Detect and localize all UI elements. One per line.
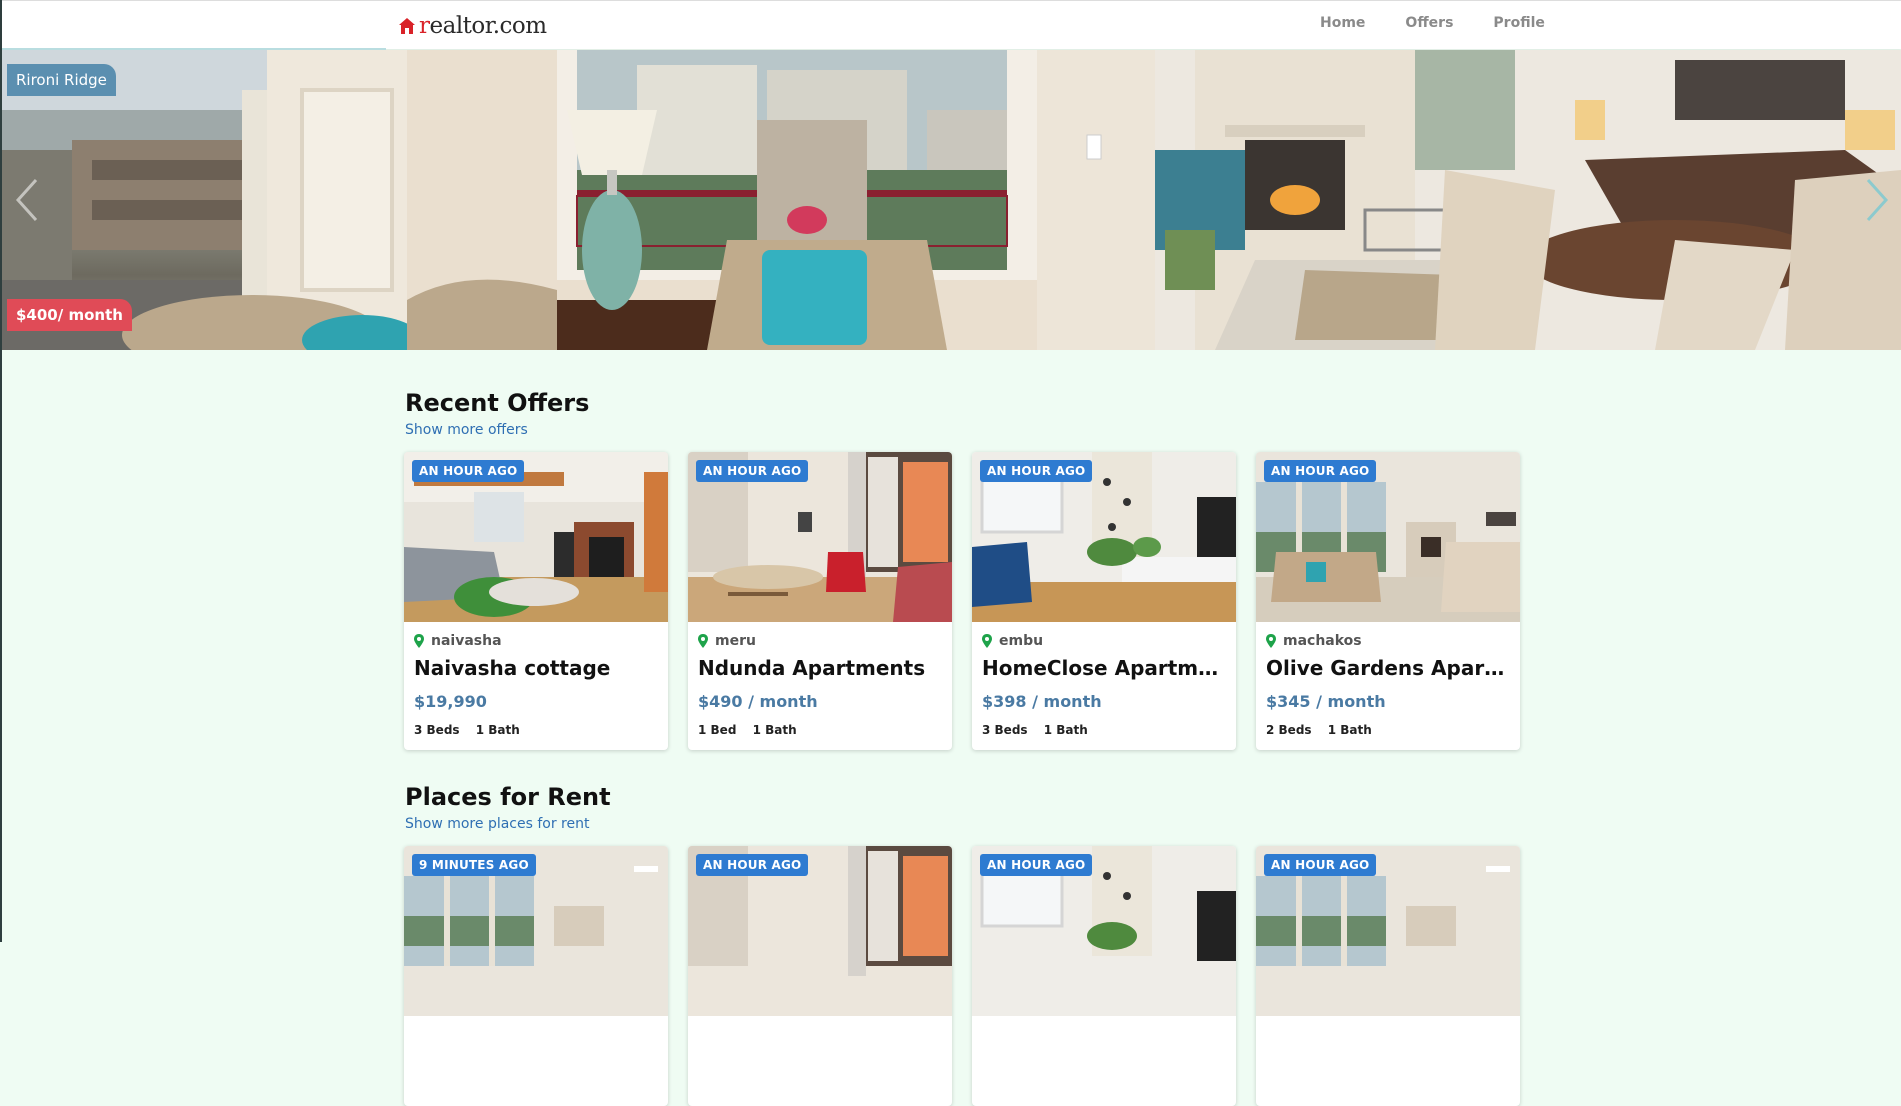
nav-profile-link[interactable]: Profile	[1493, 15, 1544, 31]
baths-count: 1 Bath	[475, 723, 520, 737]
fireplace-room-photo	[1155, 50, 1901, 350]
beds-count: 3 Beds	[414, 723, 460, 737]
property-features: 1 Bed 1 Bath	[698, 723, 809, 737]
rental-card[interactable]: 9 MINUTES AGO	[404, 846, 668, 1106]
property-features: 3 Beds 1 Bath	[414, 723, 532, 737]
location-pin-icon	[1266, 634, 1276, 648]
show-more-rentals-link[interactable]: Show more places for rent	[405, 816, 589, 832]
hero-image-fireplace-room	[1155, 50, 1901, 350]
location-pin-icon	[698, 634, 708, 648]
beds-count: 1 Bed	[698, 723, 737, 737]
posted-time-badge: AN HOUR AGO	[980, 460, 1093, 482]
property-photo: AN HOUR AGO	[1256, 846, 1520, 1016]
property-photo: AN HOUR AGO	[688, 452, 952, 622]
rental-card[interactable]: AN HOUR AGO	[1256, 846, 1520, 1106]
location-pin-icon	[982, 634, 992, 648]
property-photo: AN HOUR AGO	[972, 452, 1236, 622]
property-features: 3 Beds 1 Bath	[982, 723, 1100, 737]
location-label: naivasha	[431, 633, 502, 649]
property-title[interactable]: HomeClose Apartments	[982, 656, 1228, 680]
card-location: meru	[698, 633, 756, 649]
hero-image-exterior: Rironi Ridge $400/ month	[2, 50, 407, 350]
location-pin-icon	[414, 634, 424, 648]
posted-time-badge: AN HOUR AGO	[696, 854, 809, 876]
show-more-offers-link[interactable]: Show more offers	[405, 422, 528, 438]
offer-card[interactable]: AN HOUR AGO naivasha Naivasha cottage $1…	[404, 452, 668, 750]
nav-offers-link[interactable]: Offers	[1405, 15, 1453, 31]
property-price: $345 / month	[1266, 692, 1386, 711]
property-features: 2 Beds 1 Bath	[1266, 723, 1384, 737]
property-photo: AN HOUR AGO	[972, 846, 1236, 1016]
card-location: naivasha	[414, 633, 502, 649]
card-location: embu	[982, 633, 1043, 649]
baths-count: 1 Bath	[1327, 723, 1372, 737]
property-photo: AN HOUR AGO	[688, 846, 952, 1016]
offer-card[interactable]: AN HOUR AGO machakos Olive Gardens Apart…	[1256, 452, 1520, 750]
recent-offers-title: Recent Offers	[405, 389, 590, 417]
hero-property-price: $400/ month	[7, 299, 132, 331]
hero-carousel[interactable]: Rironi Ridge $400/ month	[2, 50, 1901, 350]
carousel-prev-icon[interactable]	[12, 175, 42, 225]
posted-time-badge: AN HOUR AGO	[1264, 460, 1377, 482]
places-for-rent-title: Places for Rent	[405, 783, 611, 811]
brand-logo[interactable]: realtor.com	[398, 13, 547, 39]
posted-time-badge: AN HOUR AGO	[412, 460, 525, 482]
rental-card[interactable]: AN HOUR AGO	[972, 846, 1236, 1106]
baths-count: 1 Bath	[752, 723, 797, 737]
posted-time-badge: AN HOUR AGO	[1264, 854, 1377, 876]
baths-count: 1 Bath	[1043, 723, 1088, 737]
nav-links: Home Offers Profile	[1320, 15, 1585, 31]
hero-image-living-room	[407, 50, 1155, 350]
property-photo: 9 MINUTES AGO	[404, 846, 668, 1016]
property-title[interactable]: Olive Gardens Apartments	[1266, 656, 1512, 680]
property-price: $398 / month	[982, 692, 1102, 711]
property-title[interactable]: Naivasha cottage	[414, 656, 660, 680]
location-label: machakos	[1283, 633, 1362, 649]
offer-card[interactable]: AN HOUR AGO meru Ndunda Apartments $490 …	[688, 452, 952, 750]
rental-card[interactable]: AN HOUR AGO	[688, 846, 952, 1106]
nav-home-link[interactable]: Home	[1320, 15, 1365, 31]
house-icon	[399, 18, 415, 34]
posted-time-badge: 9 MINUTES AGO	[412, 854, 536, 876]
property-photo: AN HOUR AGO	[404, 452, 668, 622]
posted-time-badge: AN HOUR AGO	[980, 854, 1093, 876]
property-price: $19,990	[414, 692, 487, 711]
property-photo: AN HOUR AGO	[1256, 452, 1520, 622]
carousel-next-icon[interactable]	[1862, 175, 1892, 225]
beds-count: 2 Beds	[1266, 723, 1312, 737]
card-location: machakos	[1266, 633, 1362, 649]
hero-property-name: Rironi Ridge	[7, 64, 116, 96]
offer-card[interactable]: AN HOUR AGO embu HomeClose Apartments $3…	[972, 452, 1236, 750]
location-label: meru	[715, 633, 756, 649]
living-room-photo	[407, 50, 1155, 350]
posted-time-badge: AN HOUR AGO	[696, 460, 809, 482]
beds-count: 3 Beds	[982, 723, 1028, 737]
location-label: embu	[999, 633, 1044, 649]
top-navbar: realtor.com Home Offers Profile	[2, 0, 1901, 49]
brand-text: realtor.com	[419, 13, 547, 39]
property-price: $490 / month	[698, 692, 818, 711]
property-title[interactable]: Ndunda Apartments	[698, 656, 944, 680]
